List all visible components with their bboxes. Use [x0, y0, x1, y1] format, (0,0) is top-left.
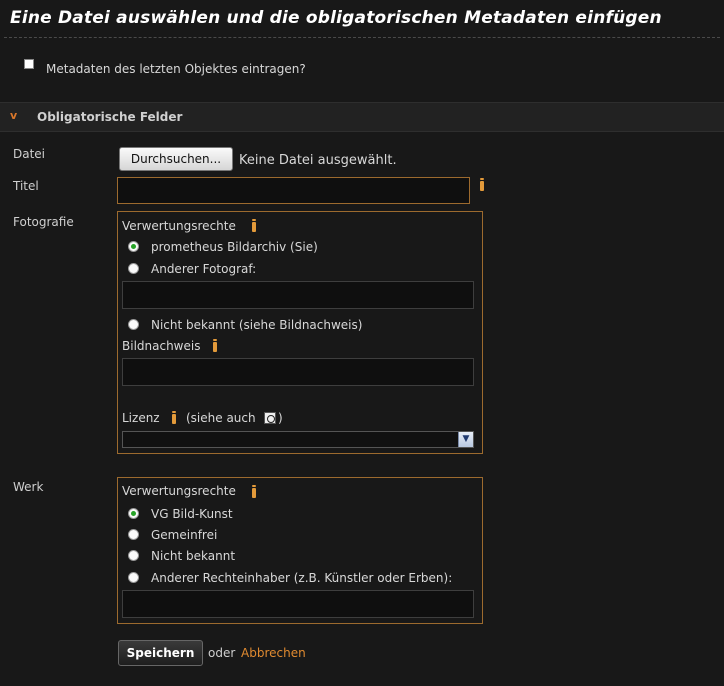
- required-info-icon: [213, 339, 217, 352]
- license-label: Lizenz: [122, 411, 160, 425]
- required-info-icon: [172, 411, 176, 424]
- photo-rights-label: Verwertungsrechte: [122, 219, 236, 233]
- photo-rights-box: Verwertungsrechte prometheus Bildarchiv …: [117, 211, 483, 454]
- work-label: Werk: [13, 480, 44, 494]
- browse-button[interactable]: Durchsuchen...: [119, 147, 233, 171]
- license-select[interactable]: ▼: [122, 431, 474, 448]
- copy-metadata-checkbox[interactable]: [24, 59, 34, 69]
- section-header[interactable]: v Obligatorische Felder: [0, 102, 724, 132]
- chevron-down-icon[interactable]: ▼: [458, 432, 473, 447]
- file-label: Datei: [13, 147, 46, 161]
- other-rights-holder-input[interactable]: [122, 590, 474, 618]
- radio-vg-bild-kunst-label: VG Bild-Kunst: [151, 507, 233, 521]
- radio-prometheus[interactable]: [128, 241, 139, 252]
- radio-public-domain[interactable]: [128, 529, 139, 540]
- title-divider: [4, 37, 720, 38]
- or-text: oder: [208, 646, 236, 660]
- cancel-link[interactable]: Abbrechen: [241, 646, 306, 660]
- section-title: Obligatorische Felder: [37, 110, 183, 124]
- page-title: Eine Datei auswählen und die obligatoris…: [10, 8, 662, 28]
- save-button[interactable]: Speichern: [118, 640, 203, 666]
- radio-other-rights-holder[interactable]: [128, 572, 139, 583]
- radio-vg-bild-kunst[interactable]: [128, 508, 139, 519]
- credit-input[interactable]: [122, 358, 474, 386]
- radio-other-rights-holder-label: Anderer Rechteinhaber (z.B. Künstler ode…: [151, 571, 453, 585]
- required-info-icon: [252, 219, 256, 232]
- title-input[interactable]: [117, 177, 470, 204]
- title-label: Titel: [13, 179, 39, 193]
- license-see-suffix: ): [278, 411, 283, 425]
- radio-other-photographer-label: Anderer Fotograf:: [151, 262, 257, 276]
- radio-unknown[interactable]: [128, 319, 139, 330]
- radio-public-domain-label: Gemeinfrei: [151, 528, 218, 542]
- radio-work-unknown[interactable]: [128, 550, 139, 561]
- work-rights-label: Verwertungsrechte: [122, 484, 236, 498]
- radio-prometheus-label: prometheus Bildarchiv (Sie): [151, 240, 318, 254]
- copy-metadata-label: Metadaten des letzten Objektes eintragen…: [46, 62, 306, 76]
- radio-other-photographer[interactable]: [128, 263, 139, 274]
- required-info-icon: [252, 485, 256, 498]
- radio-unknown-label: Nicht bekannt (siehe Bildnachweis): [151, 318, 363, 332]
- license-see-prefix: (siehe auch: [186, 411, 256, 425]
- file-status: Keine Datei ausgewählt.: [239, 153, 397, 168]
- photo-label: Fotografie: [13, 215, 74, 229]
- work-rights-box: Verwertungsrechte VG Bild-Kunst Gemeinfr…: [117, 477, 483, 624]
- radio-work-unknown-label: Nicht bekannt: [151, 549, 236, 563]
- required-info-icon: [480, 178, 484, 191]
- chevron-down-icon[interactable]: v: [10, 109, 17, 122]
- cc-license-icon[interactable]: [264, 412, 276, 424]
- other-photographer-input[interactable]: [122, 281, 474, 309]
- credit-label: Bildnachweis: [122, 339, 201, 353]
